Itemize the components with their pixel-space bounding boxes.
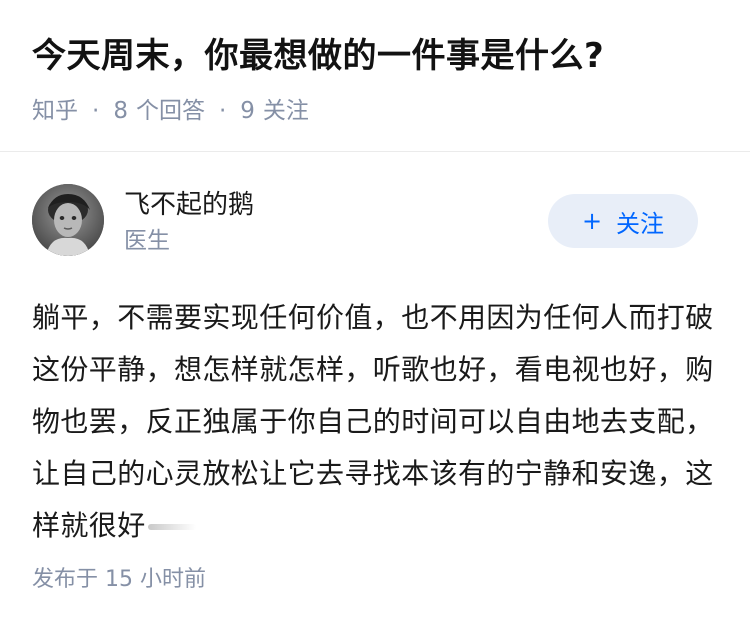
- follow-button-label: 关注: [616, 209, 665, 238]
- answer-content[interactable]: 躺平，不需要实现任何价值，也不用因为任何人而打破这份平静，想怎样就怎样，听歌也好…: [32, 292, 718, 552]
- follower-count-label[interactable]: 关注: [263, 96, 309, 126]
- publish-time: 发布于 15 小时前: [32, 567, 206, 592]
- avatar[interactable]: [32, 184, 104, 256]
- answer-text: 躺平，不需要实现任何价值，也不用因为任何人而打破这份平静，想怎样就怎样，听歌也好…: [32, 301, 714, 542]
- meta-separator: ·: [218, 98, 227, 124]
- answer-count[interactable]: 8: [113, 96, 128, 126]
- author-row: 飞不起的鹅 医生 + 关注: [32, 152, 718, 292]
- question-meta: 知乎 · 8 个回答 · 9 关注: [32, 96, 718, 126]
- follower-count[interactable]: 9: [240, 96, 255, 126]
- truncation-fade: [147, 524, 196, 530]
- question-header: 今天周末，你最想做的一件事是什么? 知乎 · 8 个回答 · 9 关注: [0, 0, 750, 151]
- source-label[interactable]: 知乎: [32, 96, 78, 126]
- question-page: 今天周末，你最想做的一件事是什么? 知乎 · 8 个回答 · 9 关注 飞不起的…: [0, 0, 750, 630]
- answer-count-label[interactable]: 个回答: [136, 96, 205, 126]
- question-title[interactable]: 今天周末，你最想做的一件事是什么?: [32, 30, 718, 82]
- follow-button[interactable]: + 关注: [548, 194, 698, 248]
- answer-card: 飞不起的鹅 医生 + 关注 躺平，不需要实现任何价值，也不用因为任何人而打破这份…: [0, 152, 750, 552]
- author-name[interactable]: 飞不起的鹅: [124, 188, 254, 222]
- avatar-image: [32, 184, 104, 256]
- author-badge: 医生: [124, 228, 170, 254]
- meta-separator: ·: [92, 98, 100, 124]
- plus-icon: +: [581, 207, 603, 235]
